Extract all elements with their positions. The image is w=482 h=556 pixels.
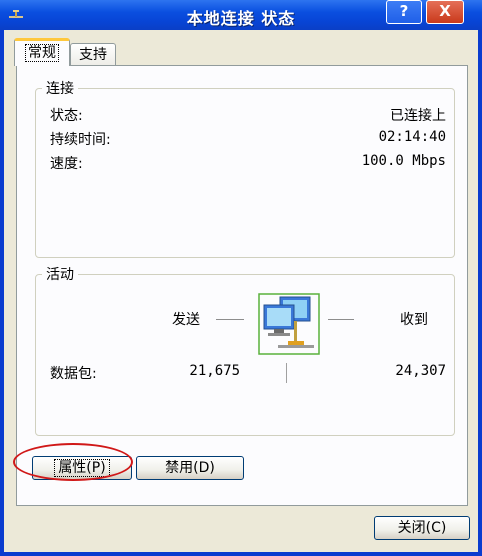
connection-status-window: 本地连接 状态 ? X 常规 支持 连接 状态: 已连接上 持续时间: 02:1… (0, 0, 482, 556)
duration-value: 02:14:40 (378, 129, 446, 145)
packets-divider (286, 363, 287, 383)
sent-dash (216, 319, 244, 320)
received-dash (328, 319, 354, 320)
highlight-annotation (13, 443, 133, 481)
packets-received-value: 24,307 (395, 363, 446, 379)
status-label: 状态: (50, 108, 83, 124)
tab-general-label: 常规 (25, 44, 59, 62)
connection-group-title: 连接 (42, 78, 78, 98)
dialog-client-area: 常规 支持 连接 状态: 已连接上 持续时间: 02:14:40 速度: 100… (4, 30, 478, 552)
close-window-button[interactable]: X (426, 0, 464, 24)
status-value: 已连接上 (390, 108, 446, 124)
activity-group: 活动 发送 收到 数据包: 21,675 24,307 (35, 264, 455, 436)
duration-label: 持续时间: (50, 132, 111, 148)
tab-support[interactable]: 支持 (70, 43, 116, 67)
network-computers-icon (258, 293, 320, 355)
speed-value: 100.0 Mbps (361, 153, 446, 169)
tab-general[interactable]: 常规 (14, 38, 70, 66)
activity-group-title: 活动 (42, 264, 78, 284)
connection-group: 连接 状态: 已连接上 持续时间: 02:14:40 速度: 100.0 Mbp… (35, 78, 455, 258)
packets-label: 数据包: (50, 366, 97, 382)
general-tab-panel: 连接 状态: 已连接上 持续时间: 02:14:40 速度: 100.0 Mbp… (16, 65, 468, 506)
disable-button[interactable]: 禁用(D) (136, 456, 244, 480)
received-label: 收到 (400, 312, 428, 328)
sent-label: 发送 (172, 312, 200, 328)
close-button[interactable]: 关闭(C) (374, 516, 470, 540)
title-bar[interactable]: 本地连接 状态 ? X (0, 0, 482, 30)
help-button[interactable]: ? (386, 0, 422, 24)
speed-label: 速度: (50, 156, 83, 172)
packets-sent-value: 21,675 (189, 363, 240, 379)
